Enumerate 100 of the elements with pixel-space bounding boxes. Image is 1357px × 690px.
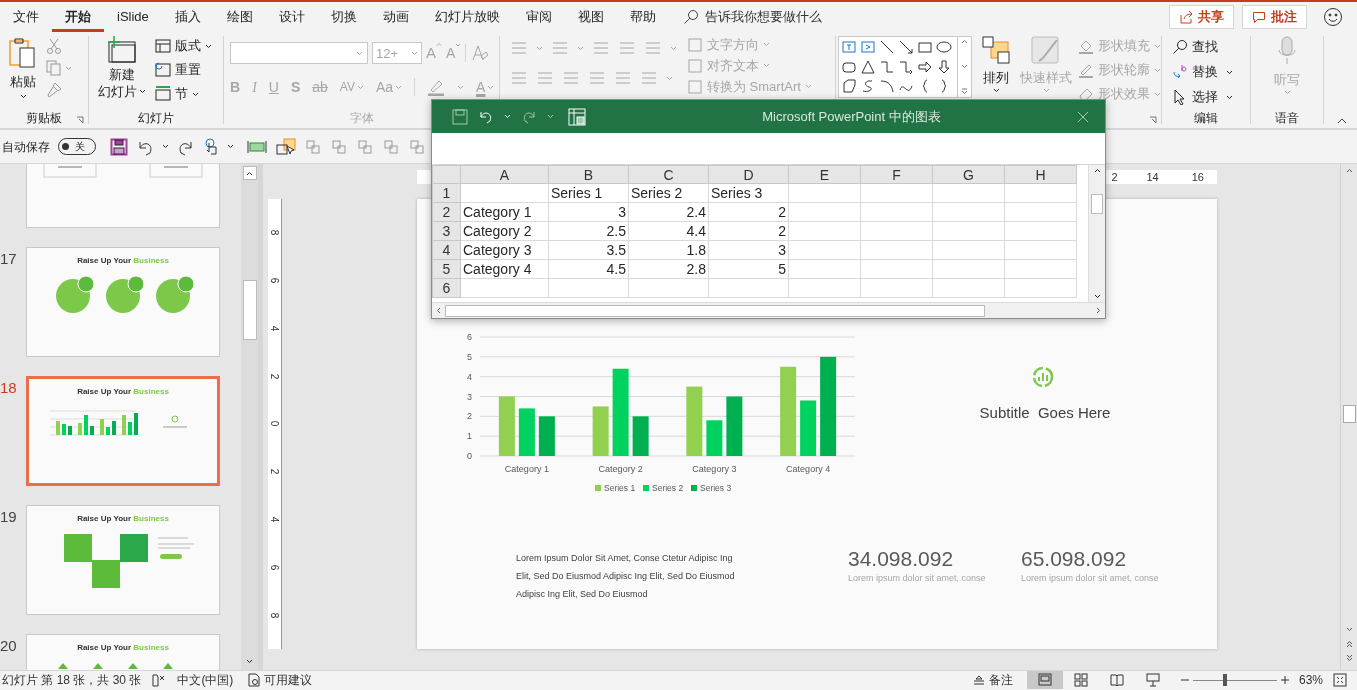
scrollbar-thumb[interactable] <box>1342 405 1356 423</box>
notes-icon[interactable] <box>972 675 985 685</box>
zoom-slider[interactable] <box>1192 674 1277 686</box>
touch-icon[interactable] <box>203 137 219 156</box>
column-header[interactable]: G <box>932 165 1005 184</box>
group-icon[interactable] <box>304 137 322 156</box>
share-button[interactable]: 共享 <box>1169 5 1234 29</box>
new-slide-button[interactable]: 新建 幻灯片 <box>95 36 149 108</box>
column-header[interactable]: A <box>460 165 549 184</box>
spreadsheet-cell[interactable]: Category 4 <box>460 259 549 279</box>
scroll-left-icon[interactable] <box>436 307 441 314</box>
spreadsheet-cell[interactable]: 2.5 <box>548 221 629 241</box>
spreadsheet-cell[interactable]: Series 2 <box>628 183 709 203</box>
ribbon-button[interactable]: 选择 <box>1172 86 1250 108</box>
reading-view-icon[interactable] <box>1109 673 1124 687</box>
ribbon-button[interactable]: 替换 <box>1172 61 1250 83</box>
menu-tab[interactable]: 帮助 <box>616 2 669 32</box>
close-icon[interactable] <box>1077 110 1089 123</box>
menu-tab[interactable]: 视图 <box>564 2 617 32</box>
scroll-up-icon[interactable] <box>1093 168 1101 173</box>
menu-tab[interactable]: 幻灯片放映 <box>421 2 513 32</box>
slide-thumbnail[interactable]: Raise Up Your Business <box>26 376 220 486</box>
notes-button[interactable]: 备注 <box>972 671 1013 689</box>
menu-tab[interactable]: iSlide <box>104 2 162 32</box>
scroll-right-icon[interactable] <box>1096 307 1101 314</box>
copy-icon[interactable] <box>46 60 62 76</box>
zoom-in-icon[interactable] <box>1280 676 1289 684</box>
spreadsheet-cell[interactable]: Series 1 <box>548 183 629 203</box>
scroll-down-icon[interactable] <box>1345 627 1353 632</box>
spreadsheet-cell[interactable]: 3 <box>548 202 629 222</box>
column-header[interactable]: H <box>1004 165 1077 184</box>
clipboard-icon[interactable] <box>8 36 38 70</box>
column-header[interactable]: E <box>788 165 861 184</box>
arrange-icon[interactable] <box>982 36 1010 64</box>
section-icon[interactable] <box>155 86 171 102</box>
normal-view-icon[interactable] <box>1037 673 1052 687</box>
paste-button[interactable]: 粘贴 <box>4 36 42 108</box>
column-header[interactable]: C <box>628 165 709 184</box>
spreadsheet-cell[interactable]: 3 <box>708 240 789 260</box>
spreadsheet-cell[interactable]: 2 <box>708 221 789 241</box>
shape-icon[interactable] <box>898 39 914 55</box>
spreadsheet-cell[interactable]: 2.8 <box>628 259 709 279</box>
spreadsheet-cell[interactable]: 4.5 <box>548 259 629 279</box>
smiley-icon[interactable] <box>1323 7 1343 27</box>
scroll-up-icon[interactable] <box>1345 168 1353 173</box>
scroll-down-icon[interactable] <box>1093 294 1101 299</box>
caret-icon[interactable] <box>1226 69 1233 75</box>
scrollbar-thumb[interactable] <box>445 304 985 317</box>
menu-tab[interactable]: 文件 <box>0 2 52 32</box>
arrange-button[interactable]: 排列 <box>978 36 1014 93</box>
shape-icon[interactable] <box>841 78 857 95</box>
caret-icon[interactable] <box>227 144 234 149</box>
collapse-ribbon-icon[interactable] <box>1337 118 1347 124</box>
language-indicator[interactable]: 中文(中国) <box>177 671 234 689</box>
comment-icon[interactable] <box>1252 10 1266 24</box>
column-header[interactable]: D <box>708 165 789 184</box>
caret-icon[interactable] <box>19 93 27 99</box>
suggestions-icon[interactable] <box>247 673 262 687</box>
ribbon-button[interactable]: 版式 <box>155 36 212 56</box>
search-icon[interactable] <box>682 9 699 25</box>
dialog-launcher-icon[interactable] <box>1149 116 1157 124</box>
spreadsheet-cell[interactable]: Series 3 <box>708 183 789 203</box>
reset-icon[interactable] <box>155 62 171 78</box>
slide-thumbnail[interactable]: Raise Up Your Business <box>26 505 220 615</box>
scroll-down-icon[interactable] <box>246 658 253 664</box>
ribbon-button[interactable]: 节 <box>155 84 212 104</box>
spreadsheet-cell[interactable]: 4.4 <box>628 221 709 241</box>
save-icon[interactable] <box>110 137 128 156</box>
accessibility-icon[interactable] <box>151 673 166 687</box>
scrollbar[interactable] <box>1088 165 1105 302</box>
spreadsheet-cell[interactable]: 2.4 <box>628 202 709 222</box>
layout-icon[interactable] <box>155 38 171 54</box>
shape-icon[interactable] <box>879 78 895 95</box>
previous-slide-icon[interactable] <box>1345 640 1353 648</box>
scroll-up-icon[interactable] <box>246 170 253 176</box>
sheet-icon[interactable] <box>568 107 586 126</box>
next-slide-icon[interactable] <box>1345 654 1353 662</box>
zoom-percent[interactable]: 63% <box>1298 671 1323 689</box>
menu-tab[interactable]: 开始 <box>52 2 104 32</box>
menu-tab[interactable]: 审阅 <box>512 2 565 32</box>
view-button[interactable] <box>1026 671 1063 689</box>
shape-gallery[interactable] <box>838 36 972 98</box>
tell-me-field[interactable]: 告诉我你想要做什么 <box>704 7 835 27</box>
replace-icon[interactable] <box>1172 64 1188 80</box>
column-header[interactable]: B <box>548 165 629 184</box>
scrollbar[interactable] <box>1340 164 1357 670</box>
fit-to-window-icon[interactable] <box>1333 673 1347 687</box>
menu-tab[interactable]: 切换 <box>317 2 370 32</box>
caret-icon[interactable] <box>139 89 146 94</box>
scissors-icon[interactable] <box>46 38 62 54</box>
menu-tab[interactable]: 动画 <box>369 2 422 32</box>
zoom-out-icon[interactable] <box>1180 676 1189 684</box>
select-objects-icon[interactable] <box>276 137 296 156</box>
scrollbar[interactable] <box>432 302 1105 318</box>
slideshow-icon[interactable] <box>1145 673 1160 687</box>
caret-icon[interactable] <box>162 144 169 149</box>
shape-icon[interactable] <box>936 39 952 55</box>
scrollbar[interactable] <box>241 164 258 670</box>
caret-icon[interactable] <box>192 91 199 97</box>
dialog-launcher-icon[interactable] <box>76 116 84 124</box>
